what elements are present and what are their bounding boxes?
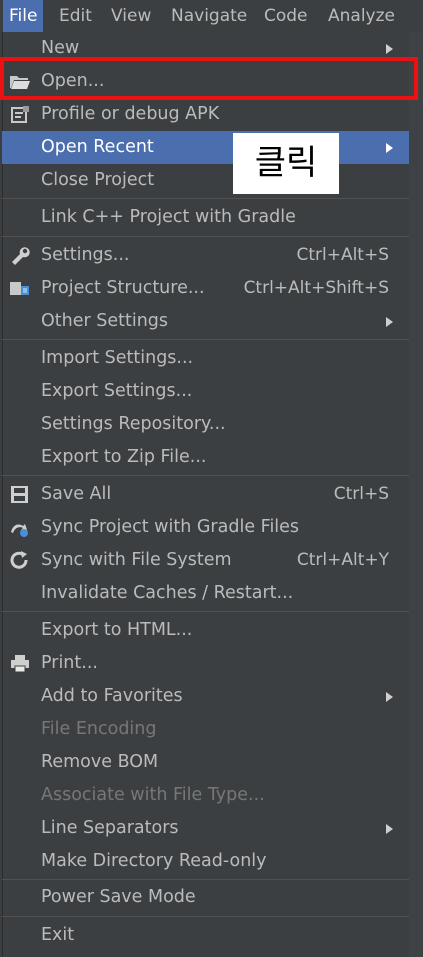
menu-item-label: Link C++ Project with Gradle [41, 207, 296, 227]
printer-icon [11, 655, 29, 673]
menu-item-label: Open Recent [41, 137, 154, 157]
menu-item-label: Export to Zip File... [41, 447, 207, 467]
menu-separator [2, 198, 409, 199]
menu-item-label: Add to Favorites [41, 686, 183, 706]
menu-code[interactable]: Code [264, 0, 308, 32]
menu-item-shortcut: Ctrl+S [333, 484, 389, 504]
menu-item-label: Import Settings... [41, 348, 194, 368]
submenu-arrow-icon [386, 317, 393, 327]
menu-item-open-recent[interactable]: Open Recent [2, 131, 409, 164]
apk-profile-icon [11, 106, 29, 123]
menu-item-settings[interactable]: Settings... Ctrl+Alt+S [2, 239, 409, 272]
menu-item-power-save[interactable]: Power Save Mode [2, 881, 409, 914]
menu-item-export-zip[interactable]: Export to Zip File... [2, 441, 409, 474]
menu-item-label: Close Project [41, 170, 155, 190]
menu-item-label: Other Settings [41, 311, 169, 331]
menu-separator [2, 339, 409, 340]
menu-item-label: Make Directory Read-only [41, 851, 267, 871]
menu-item-remove-bom[interactable]: Remove BOM [2, 746, 409, 779]
submenu-arrow-icon [386, 824, 393, 834]
wrench-icon [12, 247, 30, 265]
submenu-arrow-icon [386, 692, 393, 702]
menu-separator [2, 475, 409, 476]
menu-item-import-settings[interactable]: Import Settings... [2, 342, 409, 375]
menu-navigate[interactable]: Navigate [171, 0, 247, 32]
menu-item-label: Export to HTML... [41, 620, 193, 640]
menu-item-close-project[interactable]: Close Project [2, 164, 409, 197]
highlight-box [0, 57, 418, 100]
menu-separator [2, 879, 409, 880]
menu-separator [2, 236, 409, 237]
menu-separator [2, 611, 409, 612]
menu-item-other-settings[interactable]: Other Settings [2, 305, 409, 338]
menu-item-shortcut: Ctrl+Alt+S [296, 245, 389, 265]
menu-analyze[interactable]: Analyze [328, 0, 395, 32]
menu-edit[interactable]: Edit [59, 0, 92, 32]
menu-view[interactable]: View [111, 0, 151, 32]
menu-separator [2, 916, 409, 917]
menu-item-add-favorites[interactable]: Add to Favorites [2, 680, 409, 713]
menu-item-label: Sync with File System [41, 550, 232, 570]
menu-item-exit[interactable]: Exit [2, 919, 409, 952]
menu-item-shortcut: Ctrl+Alt+Y [296, 550, 389, 570]
menu-item-settings-repository[interactable]: Settings Repository... [2, 408, 409, 441]
menu-item-label: Settings... [41, 245, 130, 265]
gradle-sync-icon [11, 524, 28, 537]
menu-item-label: Save All [41, 484, 112, 504]
menu-item-label: Exit [41, 925, 75, 945]
editor-edge [409, 32, 423, 957]
menu-bar: File Edit View Navigate Code Analyze [0, 0, 423, 32]
menu-item-save-all[interactable]: Save All Ctrl+S [2, 478, 409, 511]
menu-item-label: Sync Project with Gradle Files [41, 517, 300, 537]
menu-item-label: Export Settings... [41, 381, 193, 401]
project-structure-icon [10, 282, 29, 295]
menu-item-sync-file-system[interactable]: Sync with File System Ctrl+Alt+Y [2, 544, 409, 577]
menu-item-label: Invalidate Caches / Restart... [41, 583, 294, 603]
menu-item-shortcut: Ctrl+Alt+Shift+S [243, 278, 389, 298]
click-annotation-label: 클릭 [233, 133, 339, 194]
menu-item-label: Line Separators [41, 818, 179, 838]
menu-file[interactable]: File [3, 0, 44, 32]
save-icon [11, 486, 28, 503]
menu-item-profile-debug-apk[interactable]: Profile or debug APK [2, 98, 409, 131]
submenu-arrow-icon [386, 44, 393, 54]
menu-item-label: Remove BOM [41, 752, 159, 772]
refresh-icon [10, 551, 28, 569]
menu-item-print[interactable]: Print... [2, 647, 409, 680]
menu-item-invalidate-caches[interactable]: Invalidate Caches / Restart... [2, 577, 409, 610]
menu-item-line-separators[interactable]: Line Separators [2, 812, 409, 845]
submenu-arrow-icon [386, 143, 393, 153]
menu-item-export-settings[interactable]: Export Settings... [2, 375, 409, 408]
menu-item-link-cpp[interactable]: Link C++ Project with Gradle [2, 201, 409, 234]
menu-item-project-structure[interactable]: Project Structure... Ctrl+Alt+Shift+S [2, 272, 409, 305]
menu-item-file-encoding: File Encoding [2, 713, 409, 746]
menu-item-make-readonly[interactable]: Make Directory Read-only [2, 845, 409, 878]
menu-item-associate-file-type: Associate with File Type... [2, 779, 409, 812]
menu-item-label: Profile or debug APK [41, 104, 220, 124]
menu-item-export-html[interactable]: Export to HTML... [2, 614, 409, 647]
menu-item-label: Associate with File Type... [41, 785, 265, 805]
menu-item-label: Power Save Mode [41, 887, 196, 907]
menu-item-sync-gradle[interactable]: Sync Project with Gradle Files [2, 511, 409, 544]
menu-item-label: Settings Repository... [41, 414, 226, 434]
menu-item-label: Project Structure... [41, 278, 205, 298]
menu-item-label: Print... [41, 653, 98, 673]
menu-item-label: File Encoding [41, 719, 157, 739]
